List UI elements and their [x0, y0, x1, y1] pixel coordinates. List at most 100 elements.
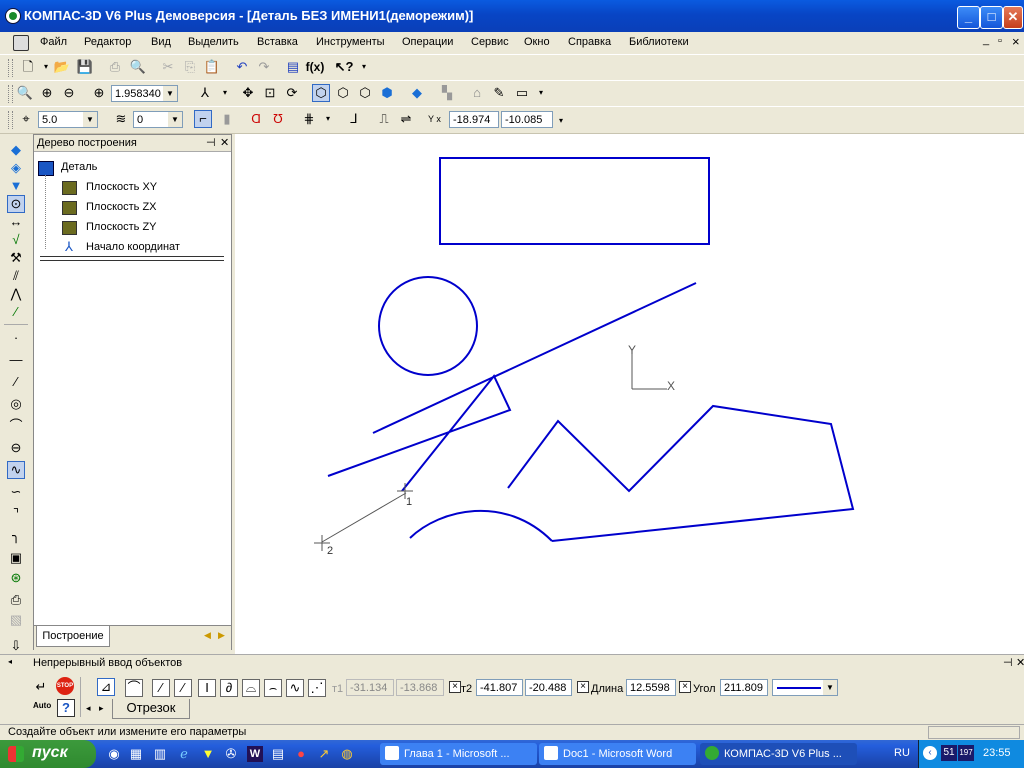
cursor-step-icon[interactable]: ⌖: [18, 111, 34, 127]
spline-icon[interactable]: ∽: [8, 484, 24, 500]
help-dropdown-icon[interactable]: ▾: [356, 59, 372, 75]
mdi-restore-button[interactable]: ▫: [998, 35, 1002, 47]
chevron-down-icon[interactable]: ▼: [163, 86, 177, 101]
print-preview-icon[interactable]: 🔍: [130, 59, 146, 75]
perspective-icon[interactable]: ◆: [409, 85, 425, 101]
pin-icon[interactable]: ⊣: [206, 136, 216, 149]
panel-grip-icon[interactable]: ◂: [8, 657, 12, 666]
quicklaunch-2-icon[interactable]: ▦: [128, 746, 144, 762]
sketch-long-line[interactable]: [372, 282, 697, 434]
menu-window[interactable]: Окно: [524, 36, 550, 48]
redo-icon[interactable]: ↷: [256, 59, 272, 75]
perpendicular-segment-button[interactable]: ∕: [174, 679, 192, 697]
tree-root-part[interactable]: Деталь: [61, 161, 97, 173]
t1-x-field[interactable]: -31.134: [346, 679, 394, 696]
zoom-scale-combo[interactable]: 1.958340 ▼: [111, 85, 178, 102]
shaded-icon[interactable]: ⬢: [379, 85, 395, 101]
tree-close-icon[interactable]: ✕: [220, 136, 229, 149]
tangent-segment-button[interactable]: ∂: [220, 679, 238, 697]
close-button[interactable]: ✕: [1003, 6, 1023, 29]
zoom-window-icon[interactable]: 🔍: [17, 85, 33, 101]
cut-icon[interactable]: ✂: [160, 59, 176, 75]
sketch-rectangle[interactable]: [439, 157, 710, 245]
zoom-scale-icon[interactable]: ⊕: [91, 85, 107, 101]
ie-icon[interactable]: ℯ: [176, 746, 192, 762]
task-doc1-word[interactable]: Doc1 - Microsoft Word: [539, 743, 696, 765]
tab-construction[interactable]: Построение: [36, 626, 110, 647]
panel-icon[interactable]: ▭: [514, 85, 530, 101]
t2-y-field[interactable]: -20.488: [525, 679, 572, 696]
menu-view[interactable]: Вид: [151, 36, 171, 48]
mdi-close-button[interactable]: ×: [1012, 34, 1020, 49]
properties-icon[interactable]: ▤: [285, 59, 301, 75]
arc-3pt-button[interactable]: ⌢: [264, 679, 282, 697]
tray-badge-2[interactable]: 197: [958, 745, 974, 761]
segment-button[interactable]: ⊿: [97, 678, 115, 696]
tangent-arc-button[interactable]: ⌓: [242, 679, 260, 697]
magnet-icon[interactable]: Ʊ: [270, 111, 286, 127]
angle-field[interactable]: 211.809: [720, 679, 768, 696]
sketch-arc[interactable]: [409, 509, 553, 542]
snap-icon[interactable]: Ɑ: [248, 111, 264, 127]
dimensions-icon[interactable]: ↔: [8, 214, 24, 230]
layer-combo[interactable]: 0 ▼: [133, 111, 183, 128]
quicklaunch-6-icon[interactable]: ✇: [223, 746, 239, 762]
context-help-icon[interactable]: ↖?: [335, 59, 354, 75]
tab-segment[interactable]: Отрезок: [112, 699, 190, 719]
hidden-thin-icon[interactable]: ⬡: [357, 85, 373, 101]
tree-item-plane-zx[interactable]: Плоскость ZX: [86, 201, 157, 213]
quicklaunch-9-icon[interactable]: ●: [293, 746, 309, 762]
orientation-icon[interactable]: ⅄: [197, 85, 213, 101]
create-object-icon[interactable]: ↵: [33, 679, 49, 695]
cursor-y-field[interactable]: -10.085: [501, 111, 553, 128]
quicklaunch-11-icon[interactable]: ◍: [339, 746, 355, 762]
toolbar-grip[interactable]: [8, 85, 13, 103]
menu-libraries[interactable]: Библиотеки: [629, 36, 689, 48]
part-tools-icon[interactable]: ◆: [8, 142, 24, 158]
grid-dropdown-icon[interactable]: ▾: [320, 111, 336, 127]
edit-icon[interactable]: ✎: [491, 85, 507, 101]
equidistant-icon[interactable]: ⊛: [8, 570, 24, 586]
sketch-zigzag-polyline[interactable]: [507, 404, 855, 542]
parallel-segment-button[interactable]: ∕: [152, 679, 170, 697]
toolbar-grip[interactable]: [8, 111, 13, 129]
task-kompas[interactable]: КОМПАС-3D V6 Plus ...: [700, 743, 857, 765]
contour-icon[interactable]: ⎙: [8, 592, 24, 608]
parametric-icon[interactable]: ⇌: [398, 111, 414, 127]
tree-item-plane-zy[interactable]: Плоскость ZY: [86, 221, 157, 233]
tree-item-plane-xy[interactable]: Плоскость XY: [86, 181, 157, 193]
start-button[interactable]: пуск: [0, 740, 96, 768]
select-tools-icon[interactable]: ⁄: [8, 304, 24, 320]
rectangle-icon[interactable]: ▣: [8, 550, 24, 566]
copy-icon[interactable]: ⎘: [182, 59, 198, 75]
spline-segment-button[interactable]: ∿: [286, 679, 304, 697]
menu-help[interactable]: Справка: [568, 36, 611, 48]
tab-next-icon[interactable]: ▶: [218, 630, 225, 641]
segment-icon[interactable]: ∕: [8, 374, 24, 390]
paste-icon[interactable]: 📋: [204, 59, 220, 75]
language-indicator[interactable]: RU: [894, 747, 910, 759]
symbols-icon[interactable]: √: [8, 232, 24, 248]
collect-contour-icon[interactable]: ⇩: [8, 638, 24, 654]
line-style-combo[interactable]: ▼: [772, 679, 838, 696]
t1-y-field[interactable]: -13.868: [396, 679, 444, 696]
coords-dropdown-icon[interactable]: ▾: [553, 113, 569, 129]
chevron-down-icon[interactable]: ▼: [823, 680, 837, 695]
drawing-canvas[interactable]: Y X 1 2: [235, 134, 1024, 654]
circle-icon[interactable]: ◎: [8, 396, 24, 412]
t2-lock-checkbox[interactable]: ×: [449, 681, 461, 693]
menu-tools[interactable]: Инструменты: [316, 36, 385, 48]
geometry-icon[interactable]: ⊙: [7, 195, 25, 213]
filter-objects-icon[interactable]: ▼: [8, 178, 24, 194]
quicklaunch-1-icon[interactable]: ◉: [106, 746, 122, 762]
undo-icon[interactable]: ↶: [234, 59, 250, 75]
variables-fx-icon[interactable]: f(x): [306, 59, 325, 75]
filter-icon[interactable]: ▮: [219, 111, 235, 127]
ortho-mode-icon[interactable]: ⌐: [194, 110, 212, 128]
cursor-step-combo[interactable]: 5.0 ▼: [38, 111, 98, 128]
chevron-down-icon[interactable]: ▼: [168, 112, 182, 127]
tree-item-origin[interactable]: Начало координат: [86, 241, 180, 253]
chamfer-icon[interactable]: ⌝: [8, 506, 24, 522]
toolbar-grip[interactable]: [8, 59, 13, 77]
quicklaunch-3-icon[interactable]: ▥: [152, 746, 168, 762]
